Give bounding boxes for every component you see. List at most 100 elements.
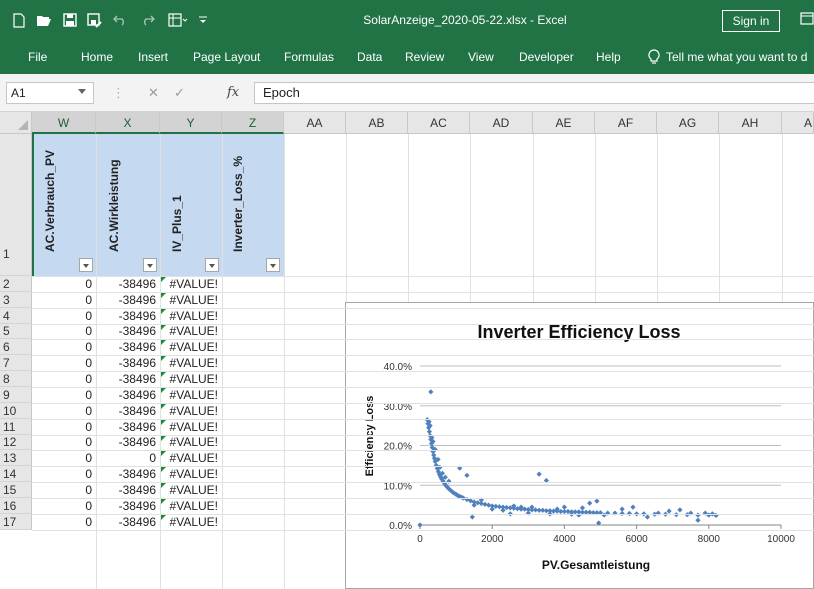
row-header[interactable]: 5	[0, 324, 32, 339]
cell-x[interactable]: -38496	[96, 387, 156, 403]
error-indicator-icon[interactable]	[161, 293, 166, 298]
cell-y[interactable]: #VALUE!	[160, 498, 218, 514]
cell-y[interactable]: #VALUE!	[160, 387, 218, 403]
form-icon[interactable]	[166, 10, 190, 30]
row-header[interactable]: 6	[0, 339, 32, 355]
cell-w[interactable]: 0	[32, 450, 92, 466]
error-indicator-icon[interactable]	[161, 388, 166, 393]
row-header[interactable]: 14	[0, 466, 32, 482]
error-indicator-icon[interactable]	[161, 340, 166, 345]
tab-insert[interactable]: Insert	[138, 40, 168, 74]
cell-w[interactable]: 0	[32, 482, 92, 498]
cell-x[interactable]: -38496	[96, 403, 156, 419]
save-as-icon[interactable]	[84, 10, 104, 30]
cell-x[interactable]: -38496	[96, 498, 156, 514]
cell-w[interactable]: 0	[32, 308, 92, 324]
error-indicator-icon[interactable]	[161, 467, 166, 472]
column-header-ad[interactable]: AD	[470, 112, 533, 134]
row-header[interactable]: 15	[0, 482, 32, 498]
tell-me-search[interactable]: Tell me what you want to d	[648, 40, 807, 74]
tab-view[interactable]: View	[468, 40, 494, 74]
error-indicator-icon[interactable]	[161, 499, 166, 504]
header-cell-y[interactable]: IV_Plus_1	[169, 142, 185, 266]
column-header-ah[interactable]: AH	[719, 112, 782, 134]
row-header[interactable]: 11	[0, 419, 32, 435]
customize-qat-icon[interactable]	[196, 10, 210, 30]
column-header-ai[interactable]: A	[782, 112, 814, 134]
open-folder-icon[interactable]	[34, 10, 54, 30]
cell-y[interactable]: #VALUE!	[160, 292, 218, 308]
error-indicator-icon[interactable]	[161, 325, 166, 330]
cell-x[interactable]: -38496	[96, 292, 156, 308]
cell-x[interactable]: -38496	[96, 371, 156, 387]
scatter-chart[interactable]: Inverter Efficiency Loss Efficiency Loss…	[345, 302, 814, 589]
column-header-z[interactable]: Z	[222, 112, 284, 134]
column-header-y[interactable]: Y	[160, 112, 222, 134]
cell-x[interactable]: -38496	[96, 466, 156, 482]
row-header[interactable]: 10	[0, 403, 32, 419]
cell-x[interactable]: -38496	[96, 514, 156, 530]
tab-help[interactable]: Help	[596, 40, 621, 74]
error-indicator-icon[interactable]	[161, 309, 166, 314]
cell-y[interactable]: #VALUE!	[160, 276, 218, 292]
cell-y[interactable]: #VALUE!	[160, 482, 218, 498]
error-indicator-icon[interactable]	[161, 420, 166, 425]
column-header-ae[interactable]: AE	[533, 112, 595, 134]
cell-x[interactable]: -38496	[96, 435, 156, 450]
tab-home[interactable]: Home	[81, 40, 113, 74]
ribbon-display-options-icon[interactable]	[800, 12, 814, 29]
undo-icon[interactable]	[110, 10, 130, 30]
cell-y[interactable]: #VALUE!	[160, 466, 218, 482]
row-header[interactable]: 4	[0, 308, 32, 324]
cell-y[interactable]: #VALUE!	[160, 308, 218, 324]
row-header[interactable]: 2	[0, 276, 32, 292]
cell-y[interactable]: #VALUE!	[160, 324, 218, 339]
cell-x[interactable]: -38496	[96, 276, 156, 292]
filter-dropdown-z[interactable]	[266, 258, 280, 272]
tab-developer[interactable]: Developer	[519, 40, 574, 74]
cell-w[interactable]: 0	[32, 324, 92, 339]
row-header[interactable]: 17	[0, 514, 32, 530]
cell-y[interactable]: #VALUE!	[160, 339, 218, 355]
cell-x[interactable]: -38496	[96, 355, 156, 371]
column-header-ag[interactable]: AG	[657, 112, 719, 134]
column-header-aa[interactable]: AA	[284, 112, 346, 134]
error-indicator-icon[interactable]	[161, 515, 166, 520]
error-indicator-icon[interactable]	[161, 483, 166, 488]
select-all-button[interactable]	[0, 112, 32, 134]
tab-file[interactable]: File	[28, 40, 47, 74]
cell-w[interactable]: 0	[32, 403, 92, 419]
header-cell-x[interactable]: AC.Wirkleistung	[106, 142, 122, 266]
cell-w[interactable]: 0	[32, 276, 92, 292]
cell-w[interactable]: 0	[32, 435, 92, 450]
row-header[interactable]: 8	[0, 371, 32, 387]
name-box-dropdown-icon[interactable]	[78, 89, 86, 94]
error-indicator-icon[interactable]	[161, 436, 166, 441]
tab-data[interactable]: Data	[357, 40, 382, 74]
cell-y[interactable]: #VALUE!	[160, 419, 218, 435]
redo-icon[interactable]	[138, 10, 158, 30]
cancel-entry-icon[interactable]: ✕	[148, 82, 159, 104]
filter-dropdown-w[interactable]	[79, 258, 93, 272]
cell-y[interactable]: #VALUE!	[160, 435, 218, 450]
cell-y[interactable]: #VALUE!	[160, 514, 218, 530]
cell-w[interactable]: 0	[32, 355, 92, 371]
new-document-icon[interactable]	[10, 10, 28, 30]
error-indicator-icon[interactable]	[161, 277, 166, 282]
column-header-af[interactable]: AF	[595, 112, 657, 134]
insert-function-button[interactable]: fx	[227, 82, 239, 104]
error-indicator-icon[interactable]	[161, 372, 166, 377]
filter-dropdown-x[interactable]	[143, 258, 157, 272]
cell-x[interactable]: -38496	[96, 419, 156, 435]
row-header-1[interactable]: 1	[0, 134, 32, 276]
tab-formulas[interactable]: Formulas	[284, 40, 334, 74]
formula-input[interactable]: Epoch	[254, 82, 814, 104]
cell-w[interactable]: 0	[32, 339, 92, 355]
sign-in-button[interactable]: Sign in	[722, 10, 780, 32]
filter-dropdown-y[interactable]	[205, 258, 219, 272]
cell-w[interactable]: 0	[32, 514, 92, 530]
cell-w[interactable]: 0	[32, 419, 92, 435]
header-cell-z[interactable]: Inverter_Loss_%	[230, 142, 246, 266]
tab-page-layout[interactable]: Page Layout	[193, 40, 260, 74]
save-icon[interactable]	[60, 10, 80, 30]
